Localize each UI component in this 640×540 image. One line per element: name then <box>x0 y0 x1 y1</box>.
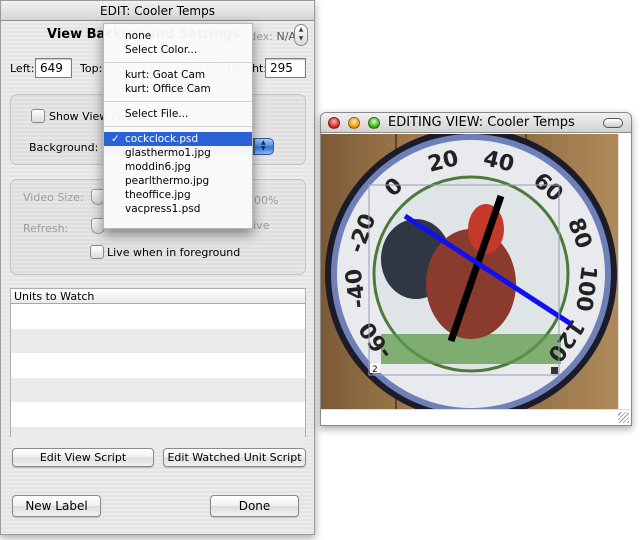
zoom-button[interactable] <box>368 117 380 129</box>
menu-item-label: vacpress1.psd <box>125 203 201 215</box>
menu-item-label: pearlthermo.jpg <box>125 175 210 187</box>
edit-view-script-button[interactable]: Edit View Script <box>12 448 154 467</box>
editing-view-window: EDITING VIEW: Cooler Temps -60 -40 -20 0 20 4… <box>320 112 632 426</box>
menu-item-label: cockclock.psd <box>125 133 199 145</box>
resize-grip-icon[interactable] <box>618 412 629 423</box>
editing-view-title: EDITING VIEW: Cooler Temps <box>388 115 575 130</box>
horizontal-scrollbar[interactable] <box>321 409 631 425</box>
menu-item-label: kurt: Office Cam <box>125 83 211 95</box>
menu-item[interactable]: kurt: Goat Cam <box>104 68 252 82</box>
new-label-button[interactable]: New Label <box>12 495 101 517</box>
refresh-label: Refresh: <box>23 222 69 235</box>
units-to-watch-list[interactable]: Units to Watch <box>10 288 306 451</box>
units-rows <box>11 304 305 451</box>
menu-item-label: none <box>125 30 152 42</box>
list-item[interactable] <box>11 402 305 427</box>
background-popup-button[interactable]: ▲ ▼ <box>254 138 274 155</box>
stepper-up-icon[interactable]: ▲ <box>295 25 307 34</box>
menu-separator <box>104 101 252 102</box>
list-item[interactable] <box>11 304 305 329</box>
units-to-watch-header[interactable]: Units to Watch <box>11 289 305 304</box>
index-stepper[interactable]: ▲ ▼ <box>294 24 308 46</box>
dial-label: -40 <box>342 267 372 310</box>
list-item[interactable] <box>11 328 305 353</box>
thermometer-image: -60-40-20020 406080100120 2 <box>321 134 618 409</box>
resize-handle[interactable] <box>551 367 558 374</box>
menu-item-label: glasthermo1.jpg <box>125 147 211 159</box>
menu-item[interactable]: glasthermo1.jpg <box>104 146 252 160</box>
left-label: Left: <box>10 62 35 75</box>
edit-window-title: EDIT: Cooler Temps <box>1 1 314 21</box>
menu-item[interactable]: theoffice.jpg <box>104 188 252 202</box>
live-foreground-checkbox[interactable] <box>90 245 104 259</box>
toolbar-toggle-button[interactable] <box>603 118 623 128</box>
menu-item[interactable]: moddin6.jpg <box>104 160 252 174</box>
vertical-scrollbar[interactable] <box>618 134 631 409</box>
minimize-button[interactable] <box>348 117 360 129</box>
background-popup-menu[interactable]: none Select Color... kurt: Goat Cam kurt: O… <box>103 23 253 229</box>
menu-separator <box>104 126 252 127</box>
top-label: Top: <box>80 62 103 75</box>
close-button[interactable] <box>328 117 340 129</box>
edit-watched-unit-script-button[interactable]: Edit Watched Unit Script <box>163 448 306 467</box>
list-item[interactable] <box>11 377 305 402</box>
video-size-label: Video Size: <box>23 191 84 204</box>
menu-item-label: Select File... <box>125 108 189 120</box>
menu-separator <box>104 62 252 63</box>
popup-arrows-icon: ▲ ▼ <box>261 139 266 152</box>
live-foreground-label: Live when in foreground <box>107 246 241 259</box>
menu-item[interactable]: pearlthermo.jpg <box>104 174 252 188</box>
show-full-size-checkbox[interactable] <box>31 109 45 123</box>
label-index: 2 <box>372 365 378 375</box>
stepper-down-icon[interactable]: ▼ <box>295 34 307 43</box>
done-button[interactable]: Done <box>210 495 299 517</box>
menu-item[interactable]: ✓ cockclock.psd <box>104 132 252 146</box>
menu-item[interactable]: none <box>104 29 252 43</box>
menu-item-label: Select Color... <box>125 44 198 56</box>
menu-item-label: moddin6.jpg <box>125 161 191 173</box>
left-input[interactable]: 649 <box>35 58 72 78</box>
view-canvas[interactable]: -60 -40 -20 0 20 40 60 80 100 120 2 <box>321 134 618 409</box>
menu-item[interactable]: Select Color... <box>104 43 252 57</box>
menu-item-label: theoffice.jpg <box>125 189 191 201</box>
menu-item[interactable]: Select File... <box>104 107 252 121</box>
list-item[interactable] <box>11 353 305 378</box>
editing-view-titlebar[interactable]: EDITING VIEW: Cooler Temps <box>321 113 631 133</box>
menu-item-label: kurt: Goat Cam <box>125 69 206 81</box>
menu-item[interactable]: kurt: Office Cam <box>104 82 252 96</box>
checkmark-icon: ✓ <box>111 133 120 145</box>
menu-item[interactable]: vacpress1.psd <box>104 202 252 216</box>
background-label: Background: <box>29 141 99 154</box>
height-input[interactable]: 295 <box>265 58 306 78</box>
